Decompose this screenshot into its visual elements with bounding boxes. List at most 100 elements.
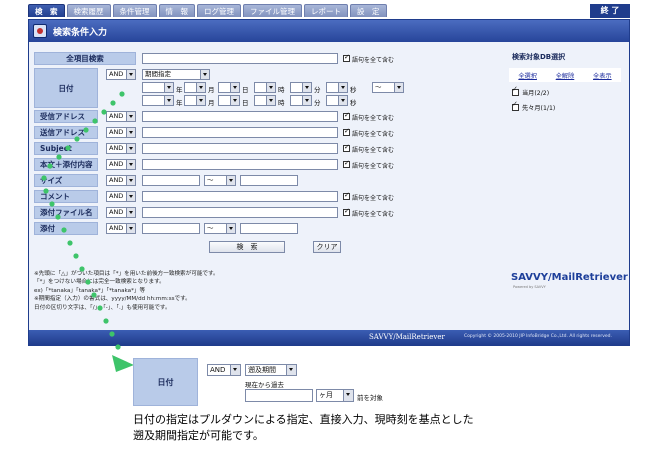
subject-checkbox-label: 語句を全て含む <box>352 147 395 154</box>
db-panel-title: 検索対象DB選択 <box>512 53 566 61</box>
caption-line: 遡及期間指定が可能です。 <box>133 429 264 442</box>
size-range-select[interactable]: ～ <box>204 175 236 186</box>
window-title-bar: 検索条件入力 <box>29 20 629 42</box>
field-label-attachment: 添付 <box>34 222 98 235</box>
date-to-second[interactable] <box>326 95 348 106</box>
db-select-panel: 検索対象DB選択 全選択 全解除 全表示 当月(2/2) 先々月(1/1) <box>509 50 621 128</box>
deselect-all-link[interactable]: 全解除 <box>556 71 575 80</box>
comment-checkbox[interactable] <box>343 191 350 200</box>
subject-checkbox[interactable] <box>343 143 350 152</box>
date-to-minute[interactable] <box>290 95 312 106</box>
attachment-name-input[interactable] <box>142 207 338 218</box>
field-label-comment: コメント <box>34 190 98 203</box>
tab-files[interactable]: ファイル管理 <box>243 4 302 17</box>
help-notes: ※先頭に「△」がついた項目は「*」を用いた前後方一致検索が可能です。 「*」をつ… <box>34 270 334 312</box>
db-item-checkbox[interactable] <box>512 89 519 96</box>
db-item: 先々月(1/1) <box>512 103 555 112</box>
subject-input[interactable] <box>142 143 338 154</box>
all-items-checkbox-label: 語句を全て含む <box>352 57 395 64</box>
top-tab-bar: 検 索 検索履歴 条件管理 情 報 ログ管理 ファイル管理 レポート 設 定 終… <box>28 4 630 19</box>
comment-and-select[interactable]: AND <box>106 191 136 202</box>
unit-month: 月 <box>208 86 215 94</box>
recipient-checkbox[interactable] <box>343 127 350 136</box>
note-line: ※期間指定（入力）の書式は、yyyy/MM/dd hh:mm:ssです。 <box>34 296 191 303</box>
date-mode-select[interactable]: 期間指定 <box>142 69 210 80</box>
date-from-year[interactable] <box>142 82 174 93</box>
tab-list: 検 索 検索履歴 条件管理 情 報 ログ管理 ファイル管理 レポート 設 定 <box>28 4 387 17</box>
recipient-input[interactable] <box>142 127 338 138</box>
db-item-label: 先々月(1/1) <box>522 105 556 112</box>
subject-and-select[interactable]: AND <box>106 143 136 154</box>
attachment-name-checkbox[interactable] <box>343 207 350 216</box>
select-all-link[interactable]: 全選択 <box>518 71 537 80</box>
search-form: 全項目検索 語句を全て含む 日付 AND 期間指定 年 月 日 時 分 秒 ～ … <box>34 50 512 282</box>
size-and-select[interactable]: AND <box>106 175 136 186</box>
window-title: 検索条件入力 <box>53 28 108 38</box>
date-to-year[interactable] <box>142 95 174 106</box>
date-from-second[interactable] <box>326 82 348 93</box>
row-body: 本文＋添付内容 AND 語句を全て含む <box>34 158 512 171</box>
date-from-minute[interactable] <box>290 82 312 93</box>
date-and-select[interactable]: AND <box>106 69 136 80</box>
unit-second: 秒 <box>350 86 357 94</box>
note-line: 日付の区切り文字は、「/」、「-」、「.」も使用可能です。 <box>34 304 171 311</box>
date-to-day[interactable] <box>218 95 240 106</box>
date-to-month[interactable] <box>184 95 206 106</box>
zoom-months-input[interactable] <box>245 389 313 402</box>
unit-minute: 分 <box>314 86 321 94</box>
show-all-link[interactable]: 全表示 <box>593 71 612 80</box>
row-recipient: 送信アドレス AND 語句を全て含む <box>34 126 512 139</box>
footer-brand: SAVVY/MailRetriever <box>369 333 445 341</box>
comment-checkbox-label: 語句を全て含む <box>352 195 395 202</box>
body-input[interactable] <box>142 159 338 170</box>
attachment-range-select[interactable]: ～ <box>204 223 236 234</box>
tab-history[interactable]: 検索履歴 <box>66 4 111 17</box>
tab-conditions[interactable]: 条件管理 <box>112 4 157 17</box>
all-items-checkbox[interactable] <box>343 53 350 62</box>
attachment-and-select[interactable]: AND <box>106 223 136 234</box>
date-from-hour[interactable] <box>254 82 276 93</box>
zoom-and-select[interactable]: AND <box>207 364 241 376</box>
product-logo-sub: Powered by SAVVY <box>513 285 546 289</box>
date-range-select[interactable]: ～ <box>372 82 404 93</box>
tab-settings[interactable]: 設 定 <box>350 4 387 17</box>
row-comment: コメント AND 語句を全て含む <box>34 190 512 203</box>
tab-search[interactable]: 検 索 <box>28 4 65 17</box>
comment-input[interactable] <box>142 191 338 202</box>
body-checkbox[interactable] <box>343 159 350 168</box>
field-label-attachment-name: 添付ファイル名 <box>34 206 98 219</box>
search-button[interactable]: 検 索 <box>209 241 285 253</box>
tab-logs[interactable]: ログ管理 <box>197 4 241 17</box>
tab-info[interactable]: 情 報 <box>158 4 195 17</box>
date-from-day[interactable] <box>218 82 240 93</box>
field-label-size: サイズ <box>34 174 98 187</box>
size-min-input[interactable] <box>142 175 200 186</box>
sender-checkbox[interactable] <box>343 111 350 120</box>
zoom-mode-select[interactable]: 遡及期間 <box>245 364 297 376</box>
date-from-month[interactable] <box>184 82 206 93</box>
date-to-hour[interactable] <box>254 95 276 106</box>
attachment-max-input[interactable] <box>240 223 298 234</box>
zoom-unit-select[interactable]: ヶ月 <box>316 389 354 402</box>
attachment-min-input[interactable] <box>142 223 200 234</box>
attachment-name-and-select[interactable]: AND <box>106 207 136 218</box>
all-items-input[interactable] <box>142 53 338 64</box>
recipient-and-select[interactable]: AND <box>106 127 136 138</box>
exit-button[interactable]: 終 了 <box>590 4 630 18</box>
body-and-select[interactable]: AND <box>106 159 136 170</box>
db-item: 当月(2/2) <box>512 88 549 97</box>
search-app-icon <box>33 24 47 38</box>
unit-hour-2: 時 <box>278 99 285 107</box>
db-item-checkbox[interactable] <box>512 104 519 111</box>
clear-button[interactable]: クリア <box>313 241 341 253</box>
body-checkbox-label: 語句を全て含む <box>352 163 395 170</box>
field-label-subject: Subject <box>34 142 98 155</box>
sender-checkbox-label: 語句を全て含む <box>352 115 395 122</box>
tab-report[interactable]: レポート <box>304 4 348 17</box>
product-logo: SAVVY/MailRetriever <box>511 272 628 283</box>
zoom-date-label: 日付 <box>133 358 198 406</box>
sender-input[interactable] <box>142 111 338 122</box>
footer-copyright: Copyright © 2005-2010 JIP InfoBridge Co.… <box>464 334 612 339</box>
sender-and-select[interactable]: AND <box>106 111 136 122</box>
size-max-input[interactable] <box>240 175 298 186</box>
